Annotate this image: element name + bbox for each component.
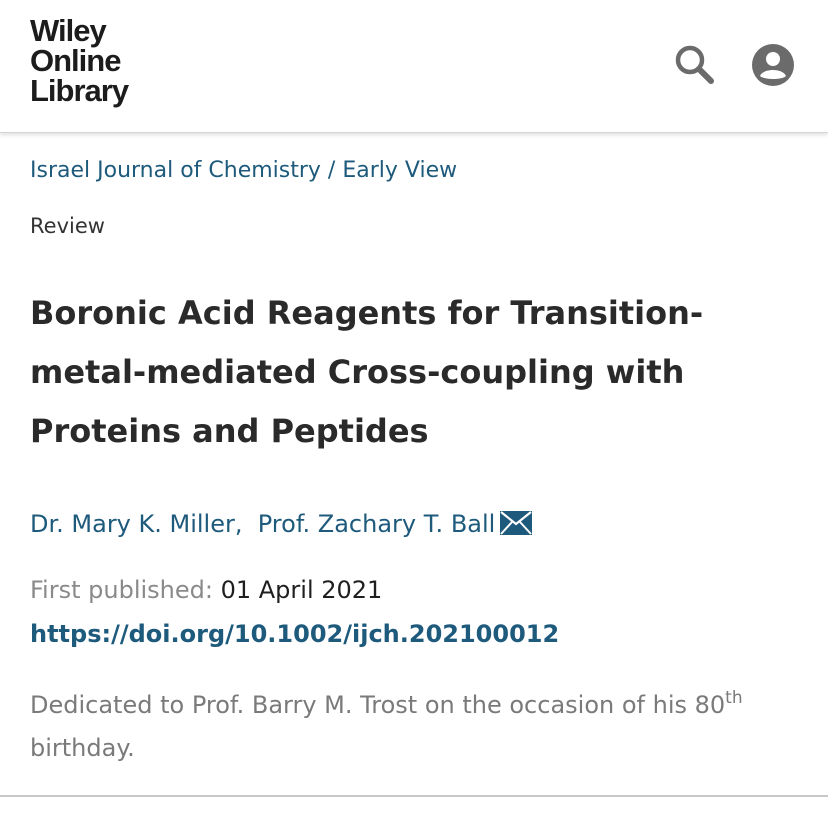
author-list: Dr. Mary K. Miller, Prof. Zachary T. Bal… [30,510,533,538]
logo-line-2: Online [30,43,121,78]
author-link[interactable]: Prof. Zachary T. Ball [258,510,496,538]
wiley-online-library-logo[interactable]: Wiley Online Library [30,13,129,108]
article-type-label: Review [30,214,105,238]
search-button[interactable] [670,40,718,88]
site-header: Wiley Online Library [0,0,828,133]
breadcrumb: Israel Journal of Chemistry / Early View [30,158,457,183]
author-link[interactable]: Dr. Mary K. Miller, [30,510,242,538]
article-page: Wiley Online Library Israel Journal of C… [0,0,828,822]
dedication-superscript: th [725,688,743,708]
doi-link[interactable]: https://doi.org/10.1002/ijch.202100012 [30,620,559,648]
search-icon [675,45,714,84]
section-divider [0,795,828,797]
dedication-text: Dedicated to Prof. Barry M. Trost on the… [30,691,726,719]
breadcrumb-journal-link[interactable]: Israel Journal of Chemistry [30,158,321,183]
dedication-end: birthday. [30,734,135,762]
article-title: Boronic Acid Reagents for Transition-met… [30,294,704,450]
dedication-note: Dedicated to Prof. Barry M. Trost on the… [30,684,810,770]
published-label: First published: [30,576,213,604]
account-icon [752,44,794,86]
breadcrumb-separator: / [320,158,343,183]
account-button[interactable] [750,42,796,88]
publication-info: First published: 01 April 2021 [30,576,382,604]
logo-line-1: Wiley [30,13,107,48]
logo-line-3: Library [30,73,129,108]
email-icon[interactable] [499,510,533,536]
breadcrumb-section-link[interactable]: Early View [342,158,457,183]
published-date: 01 April 2021 [220,576,383,604]
